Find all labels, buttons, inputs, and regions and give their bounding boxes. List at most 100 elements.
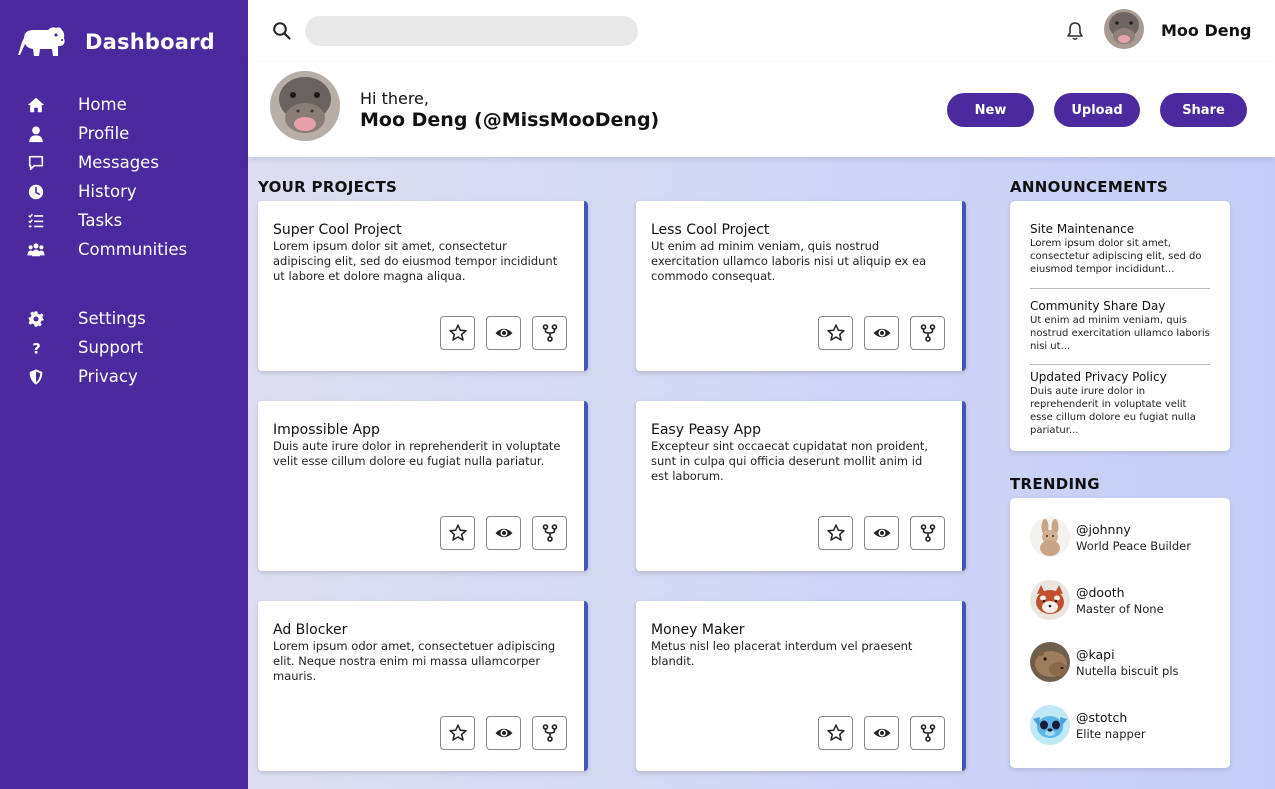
trending-subtitle: Nutella biscuit pls [1076, 663, 1179, 678]
trending-subtitle: Master of None [1076, 601, 1164, 616]
user-handle: Moo Deng (@MissMooDeng) [360, 109, 660, 131]
trending-user[interactable]: @kapi Nutella biscuit pls [1030, 640, 1179, 684]
project-description: Duis aute irure dolor in reprehenderit i… [273, 439, 561, 468]
trending-handle: @johnny [1076, 521, 1131, 537]
eye-icon [495, 328, 512, 338]
primary-nav: Home Profile Messages History Tasks Comm… [26, 90, 187, 264]
bell-icon[interactable] [1064, 20, 1086, 42]
nav-label: History [78, 182, 137, 201]
trending-user[interactable]: @dooth Master of None [1030, 578, 1164, 622]
search-icon[interactable] [272, 21, 292, 41]
stitch-avatar [1030, 705, 1070, 745]
project-card[interactable]: Ad Blocker Lorem ipsum odor amet, consec… [258, 601, 588, 771]
fork-button[interactable] [532, 516, 567, 550]
project-card[interactable]: Super Cool Project Lorem ipsum dolor sit… [258, 201, 588, 371]
project-title: Less Cool Project [651, 222, 770, 238]
eye-icon [495, 728, 512, 738]
hippo-avatar-image [270, 71, 340, 141]
view-button[interactable] [864, 716, 899, 750]
nav-label: Settings [78, 309, 146, 328]
star-button[interactable] [818, 716, 853, 750]
fork-button[interactable] [910, 516, 945, 550]
eye-icon [495, 528, 512, 538]
announcements-heading: ANNOUNCEMENTS [1010, 178, 1169, 196]
star-button[interactable] [440, 516, 475, 550]
star-icon [448, 524, 467, 541]
nav-label: Messages [78, 153, 159, 172]
nav-item-home[interactable]: Home [26, 90, 187, 119]
avatar [1030, 580, 1070, 620]
nav-label: Profile [78, 124, 130, 143]
fork-icon [920, 724, 935, 742]
nav-item-tasks[interactable]: Tasks [26, 206, 187, 235]
view-button[interactable] [486, 516, 521, 550]
project-card[interactable]: Less Cool Project Ut enim ad minim venia… [636, 201, 966, 371]
project-card[interactable]: Impossible App Duis aute irure dolor in … [258, 401, 588, 571]
trending-handle: @dooth [1076, 584, 1125, 600]
fork-button[interactable] [532, 716, 567, 750]
star-icon [826, 524, 845, 541]
star-icon [826, 724, 845, 741]
hippo-avatar-image [1104, 9, 1144, 49]
share-button[interactable]: Share [1160, 93, 1247, 127]
project-description: Ut enim ad minim veniam, quis nostrud ex… [651, 239, 927, 283]
trending-text: @stotch Elite napper [1076, 710, 1146, 741]
view-button[interactable] [864, 316, 899, 350]
trending-text: @johnny World Peace Builder [1076, 522, 1191, 553]
fork-button[interactable] [910, 716, 945, 750]
avatar [1030, 705, 1070, 745]
star-button[interactable] [440, 716, 475, 750]
view-button[interactable] [864, 516, 899, 550]
nav-item-settings[interactable]: Settings [26, 304, 146, 333]
project-description: Metus nisl leo placerat interdum vel pra… [651, 639, 913, 668]
fork-button[interactable] [910, 316, 945, 350]
trending-user[interactable]: @johnny World Peace Builder [1030, 515, 1191, 559]
user-name[interactable]: Moo Deng [1161, 21, 1251, 40]
user-avatar[interactable] [1104, 9, 1144, 49]
nav-item-profile[interactable]: Profile [26, 119, 187, 148]
star-button[interactable] [818, 316, 853, 350]
nav-item-privacy[interactable]: Privacy [26, 362, 146, 391]
nav-item-support[interactable]: ? Support [26, 333, 146, 362]
view-button[interactable] [486, 316, 521, 350]
fork-icon [920, 524, 935, 542]
user-icon [26, 124, 46, 144]
announcement-item[interactable]: Site Maintenance Lorem ipsum dolor sit a… [1030, 222, 1210, 276]
nav-item-history[interactable]: History [26, 177, 187, 206]
star-button[interactable] [818, 516, 853, 550]
capybara-avatar [1030, 642, 1070, 682]
star-button[interactable] [440, 316, 475, 350]
nav-item-messages[interactable]: Messages [26, 148, 187, 177]
trending-text: @dooth Master of None [1076, 585, 1164, 616]
brand[interactable]: Dashboard [18, 24, 215, 60]
project-title: Money Maker [651, 622, 745, 638]
new-button[interactable]: New [947, 93, 1034, 127]
project-description: Lorem ipsum odor amet, consectetuer adip… [273, 639, 556, 683]
project-actions [440, 316, 567, 350]
fork-button[interactable] [532, 316, 567, 350]
project-card[interactable]: Money Maker Metus nisl leo placerat inte… [636, 601, 966, 771]
upload-button[interactable]: Upload [1054, 93, 1140, 127]
view-button[interactable] [486, 716, 521, 750]
divider [1030, 288, 1210, 289]
gear-icon [26, 309, 46, 329]
project-actions [440, 516, 567, 550]
project-card[interactable]: Easy Peasy App Excepteur sint occaecat c… [636, 401, 966, 571]
profile-header: Hi there, Moo Deng (@MissMooDeng) New Up… [248, 62, 1275, 157]
fork-icon [920, 324, 935, 342]
eye-icon [873, 328, 890, 338]
project-actions [818, 516, 945, 550]
announcement-item[interactable]: Community Share Day Ut enim ad minim ven… [1030, 299, 1210, 353]
announcement-item[interactable]: Updated Privacy Policy Duis aute irure d… [1030, 370, 1210, 437]
announcement-text: Lorem ipsum dolor sit amet, consectetur … [1030, 238, 1202, 275]
trending-user[interactable]: @stotch Elite napper [1030, 703, 1146, 747]
projects-heading: YOUR PROJECTS [258, 178, 398, 196]
search-input[interactable] [305, 16, 638, 46]
fork-icon [542, 524, 557, 542]
brand-title: Dashboard [85, 30, 215, 54]
nav-item-communities[interactable]: Communities [26, 235, 187, 264]
hippo-logo-icon [18, 27, 65, 56]
star-icon [448, 724, 467, 741]
question-icon: ? [26, 338, 46, 358]
project-title: Impossible App [273, 422, 380, 438]
